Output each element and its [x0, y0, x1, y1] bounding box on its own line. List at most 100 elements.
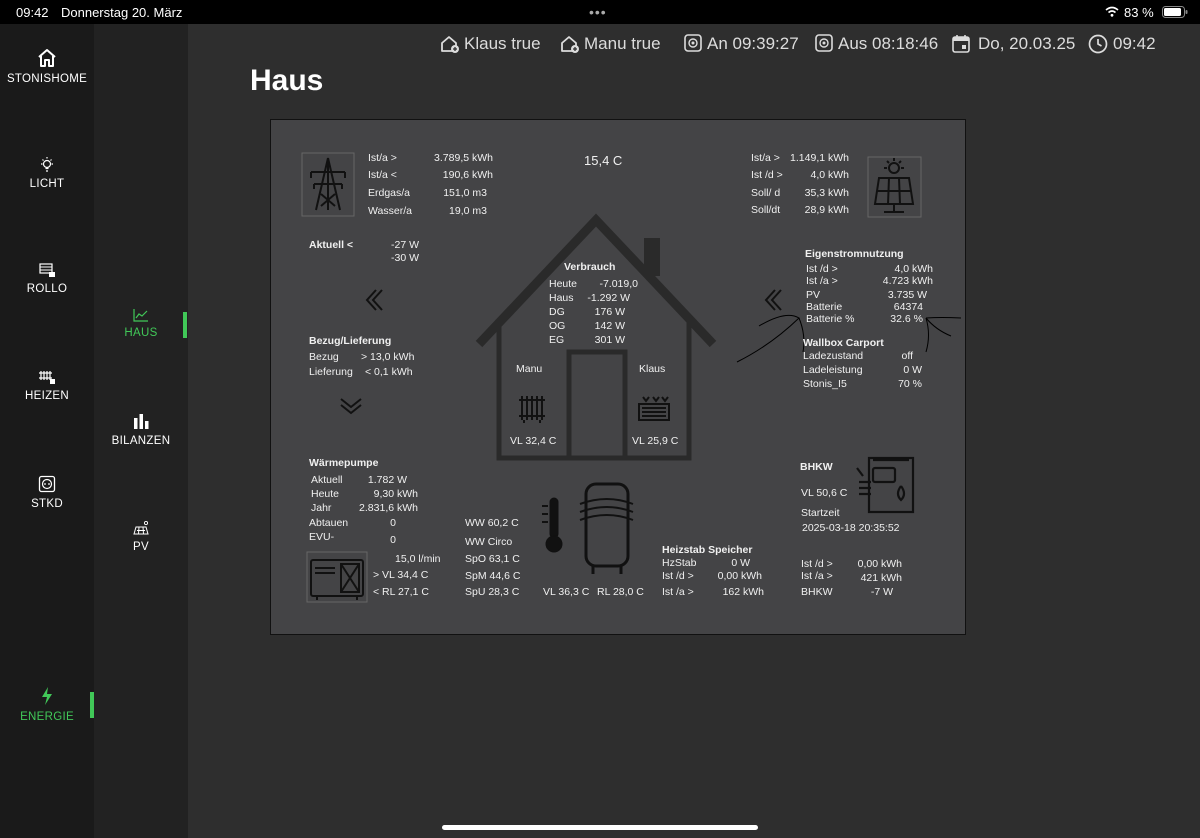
outdoor-temperature: 15,4 C	[584, 153, 623, 168]
sunset-time: Aus 08:18:46	[838, 34, 939, 53]
bhkw-value: 421 kWh	[860, 572, 902, 584]
aktuell-label: Aktuell <	[309, 239, 354, 251]
hz-value: 0 W	[731, 557, 750, 569]
wallbox-title: Wallbox Carport	[803, 337, 884, 349]
verbrauch-label: OG	[549, 320, 566, 332]
nav-item-stonishome[interactable]: STONISHOME	[0, 48, 94, 85]
nav-item-stkd[interactable]: STKD	[0, 475, 94, 510]
verbrauch-value: 142 W	[594, 320, 625, 332]
page-title: Haus	[250, 64, 324, 97]
room-klaus: Klaus	[639, 363, 666, 375]
verbrauch-label: Heute	[549, 278, 578, 290]
subnav-label: BILANZEN	[111, 435, 171, 447]
verbrauch-label: Haus	[549, 292, 574, 304]
grid-value: 151,0 m3	[443, 187, 487, 199]
energy-overview-panel: 15,4 C Ist/a > 3.789,5 kWh Ist/a < 190,6…	[270, 119, 966, 635]
home-person-icon	[441, 36, 459, 53]
bhkw-label: BHKW	[801, 586, 833, 598]
speicher-rl: RL 28,0 C	[597, 586, 644, 598]
ww-temp: WW 60,2 C	[465, 517, 519, 529]
hz-label: Ist /a >	[662, 586, 694, 598]
verbrauch-label: DG	[549, 306, 565, 318]
status-date: Donnerstag 20. März	[61, 5, 183, 20]
wp-value: 0	[390, 534, 396, 546]
aktuell-value: -27 W	[391, 239, 420, 251]
hz-label: HzStab	[662, 557, 697, 569]
calendar-icon	[952, 35, 970, 53]
vl-klaus: VL 25,9 C	[632, 435, 679, 447]
current-time: 09:42	[1113, 34, 1156, 53]
pv-value: 28,9 kWh	[804, 204, 849, 216]
bar-chart-icon	[134, 414, 149, 429]
bhkw-startzeit-label: Startzeit	[801, 507, 840, 519]
bhkw-value: -7 W	[870, 586, 893, 598]
home-indicator[interactable]	[442, 825, 758, 830]
nav-label: HEIZEN	[25, 390, 69, 402]
pv-label: Soll/ d	[751, 187, 781, 199]
subnav-label: PV	[133, 541, 149, 553]
storage-tank-icon	[579, 482, 634, 574]
wp-value: 9,30 kWh	[373, 488, 418, 500]
eigen-label: Ist /a >	[806, 275, 838, 287]
verbrauch-value: 176 W	[594, 306, 625, 318]
hz-value: 162 kWh	[722, 586, 764, 598]
active-indicator	[90, 692, 94, 718]
multitask-dots[interactable]: •••	[589, 4, 607, 20]
heat-pump-icon	[310, 559, 364, 600]
nav-item-heizen[interactable]: HEIZEN	[0, 369, 94, 402]
verbrauch-value: 301 W	[594, 334, 625, 346]
aktuell-value: -30 W	[391, 252, 420, 264]
chart-line-icon	[133, 309, 148, 322]
nav-label: ROLLO	[26, 283, 68, 295]
nav-label: STONISHOME	[6, 73, 88, 85]
verbrauch-value: -1.292 W	[587, 292, 630, 304]
lightning-icon	[42, 687, 52, 705]
chp-unit-icon	[856, 456, 915, 514]
hz-value: 0,00 kWh	[717, 570, 762, 582]
eigen-label: Batterie %	[806, 313, 855, 325]
grid-label: Ist/a <	[368, 169, 397, 181]
wp-value: 2.831,6 kWh	[359, 502, 418, 514]
nav-label: STKD	[31, 498, 63, 510]
nav-item-rollo[interactable]: ROLLO	[0, 262, 94, 295]
nav-item-licht[interactable]: LICHT	[0, 156, 94, 190]
chevron-left-icon	[365, 289, 383, 311]
subnav-item-bilanzen[interactable]: BILANZEN	[94, 412, 188, 447]
bezug-label: Bezug	[309, 351, 339, 363]
subnav-item-haus[interactable]: HAUS	[94, 308, 188, 339]
subnav-item-pv[interactable]: PV	[94, 520, 188, 553]
grid-value: 19,0 m3	[449, 205, 487, 217]
floor-heating-icon	[638, 396, 670, 421]
waermepumpe-title: Wärmepumpe	[309, 457, 379, 469]
thermometer-icon	[542, 497, 563, 553]
ww-circo: WW Circo	[465, 536, 513, 548]
nav-label: LICHT	[29, 178, 65, 190]
grid-label: Wasser/a	[368, 205, 412, 217]
wp-value: 1.782 W	[367, 474, 407, 486]
pv-label: Ist/a >	[751, 152, 780, 164]
eigen-value: 64374	[893, 301, 923, 313]
status-time: 09:42	[16, 5, 49, 20]
wp-label: Abtauen	[309, 517, 349, 529]
grid-label: Erdgas/a	[368, 187, 411, 199]
bhkw-label: Ist /d >	[801, 558, 833, 570]
wallbox-value: 70 %	[898, 378, 922, 390]
klaus-presence: Klaus true	[464, 34, 541, 53]
battery-icon	[1162, 6, 1188, 18]
grid-value: 3.789,5 kWh	[434, 152, 493, 164]
grid-value: 190,6 kWh	[442, 169, 493, 181]
wp-label: Heute	[311, 488, 340, 500]
sunrise-time: An 09:39:27	[707, 34, 799, 53]
wp-vl: > VL 34,4 C	[373, 569, 429, 581]
spm-temp: SpM 44,6 C	[465, 570, 521, 582]
nav-item-energie[interactable]: ENERGIE	[0, 686, 94, 723]
home-icon	[38, 49, 56, 67]
power-tower-icon	[310, 157, 346, 211]
eigen-value: 3.735 W	[887, 289, 927, 301]
eigen-value: 4,0 kWh	[894, 263, 933, 275]
solar-panel-graphic	[873, 158, 915, 213]
sunset-icon	[815, 34, 833, 52]
hz-label: Ist /d >	[662, 570, 694, 582]
bhkw-label: Ist /a >	[801, 570, 833, 582]
active-indicator	[183, 312, 187, 338]
